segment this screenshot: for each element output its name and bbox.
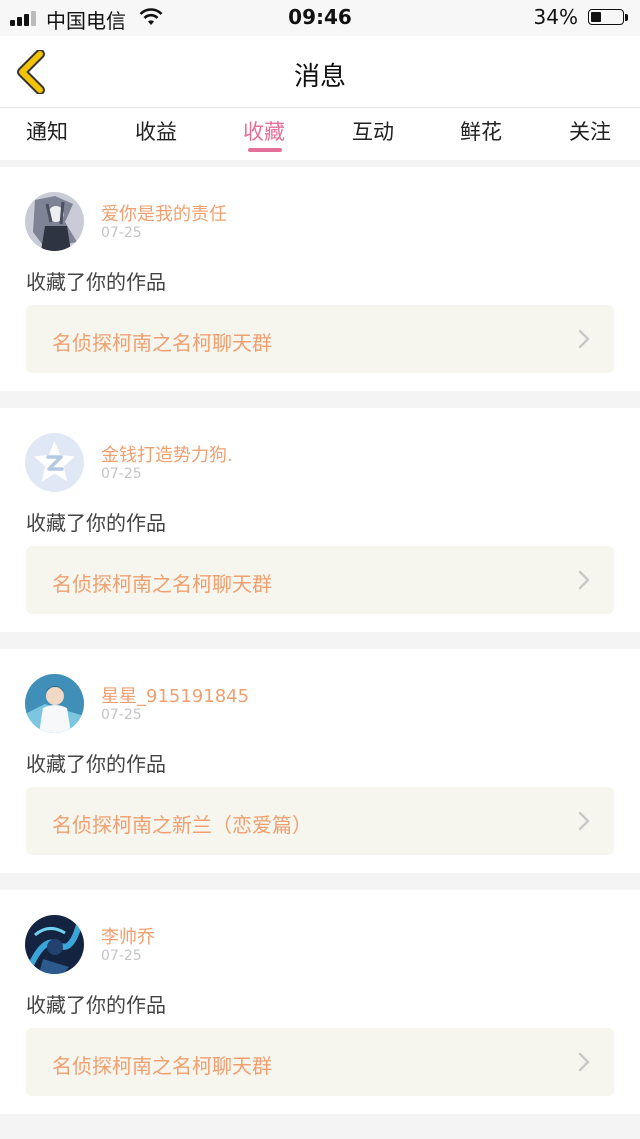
battery-percent: 34% <box>533 5 578 29</box>
chevron-right-icon <box>578 329 590 349</box>
chevron-right-icon <box>578 570 590 590</box>
notification-card: 星星_915191845 07-25 收藏了你的作品 名侦探柯南之新兰（恋爱篇） <box>0 649 640 873</box>
work-title: 名侦探柯南之新兰（恋爱篇） <box>52 813 312 837</box>
avatar[interactable] <box>25 915 84 974</box>
tab-earnings[interactable]: 收益 <box>135 116 177 146</box>
avatar[interactable] <box>25 192 84 251</box>
chevron-right-icon <box>578 811 590 831</box>
timestamp: 07-25 <box>101 225 142 241</box>
work-link[interactable]: 名侦探柯南之名柯聊天群 <box>26 1028 614 1096</box>
timestamp: 07-25 <box>101 466 142 482</box>
notification-card: 爱你是我的责任 07-25 收藏了你的作品 名侦探柯南之名柯聊天群 <box>0 167 640 391</box>
action-text: 收藏了你的作品 <box>26 270 166 294</box>
tab-follow[interactable]: 关注 <box>569 116 611 146</box>
chevron-right-icon <box>578 1052 590 1072</box>
tab-interaction[interactable]: 互动 <box>352 116 394 146</box>
active-tab-indicator <box>248 148 282 152</box>
battery-icon <box>588 9 628 27</box>
work-link[interactable]: 名侦探柯南之名柯聊天群 <box>26 305 614 373</box>
status-bar: 中国电信 09:46 34% <box>0 0 640 36</box>
action-text: 收藏了你的作品 <box>26 511 166 535</box>
work-title: 名侦探柯南之名柯聊天群 <box>52 1054 272 1078</box>
username[interactable]: 星星_915191845 <box>101 682 249 708</box>
timestamp: 07-25 <box>101 707 142 723</box>
work-link[interactable]: 名侦探柯南之名柯聊天群 <box>26 546 614 614</box>
notification-card: 金钱打造势力狗. 07-25 收藏了你的作品 名侦探柯南之名柯聊天群 <box>0 408 640 632</box>
work-title: 名侦探柯南之名柯聊天群 <box>52 572 272 596</box>
nav-bar: 消息 <box>0 36 640 108</box>
tab-bar: 通知 收益 收藏 互动 鲜花 关注 <box>0 108 640 160</box>
tab-flowers[interactable]: 鲜花 <box>460 116 502 146</box>
username[interactable]: 金钱打造势力狗. <box>101 441 233 467</box>
notification-card: 李帅乔 07-25 收藏了你的作品 名侦探柯南之名柯聊天群 <box>0 890 640 1114</box>
action-text: 收藏了你的作品 <box>26 993 166 1017</box>
work-link[interactable]: 名侦探柯南之新兰（恋爱篇） <box>26 787 614 855</box>
tab-favorites[interactable]: 收藏 <box>243 116 285 146</box>
avatar[interactable] <box>25 433 84 492</box>
action-text: 收藏了你的作品 <box>26 752 166 776</box>
timestamp: 07-25 <box>101 948 142 964</box>
username[interactable]: 李帅乔 <box>101 923 155 949</box>
avatar[interactable] <box>25 674 84 733</box>
work-title: 名侦探柯南之名柯聊天群 <box>52 331 272 355</box>
username[interactable]: 爱你是我的责任 <box>101 200 227 226</box>
tab-notice[interactable]: 通知 <box>26 116 68 146</box>
page-title: 消息 <box>293 62 346 92</box>
